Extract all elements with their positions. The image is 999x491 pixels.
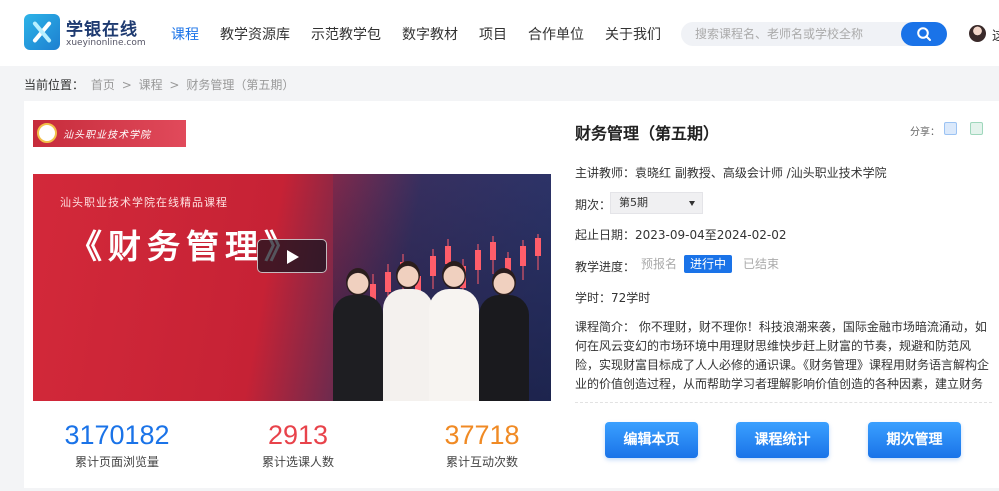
stat-page-views-value: 3170182 [64,420,170,450]
course-term-row: 期次： 第5期 [575,192,703,214]
stat-enrollments-value: 2913 [267,420,329,450]
banner-subtitle: 汕头职业技术学院在线精品课程 [60,196,228,209]
teacher-photo [429,261,479,401]
course-dates: 起止日期：2023-09-04至2024-02-02 [575,228,787,242]
breadcrumb-home[interactable]: 首页 [91,78,115,92]
school-name: 汕头职业技术学院 [63,130,151,140]
breadcrumb-label: 当前位置： [24,78,85,92]
teacher-photo [479,268,529,401]
share-wechat-icon[interactable] [944,122,957,135]
top-header: 学银在线 xueyinonline.com 课程 教学资源库 示范教学包 数字教… [0,0,999,66]
nav-item-resource-library[interactable]: 教学资源库 [220,24,290,44]
main-nav: 课程 教学资源库 示范教学包 数字教材 项目 合作单位 关于我们 [171,24,682,44]
breadcrumb-current: 财务管理（第五期） [186,78,295,92]
search-icon [917,27,931,41]
share-qrcode-icon[interactable] [970,122,983,135]
stat-interactions-label: 累计互动次数 [445,455,518,469]
logo-title: 学银在线 [66,20,138,40]
term-management-button[interactable]: 期次管理 [868,422,961,458]
teacher-photo [383,261,433,401]
stat-enrollments: 2913 累计选课人数 [208,419,388,470]
course-video-cover[interactable]: 汕头职业技术学院在线精品课程 《财务管理》 [33,174,551,401]
progress-step-ended: 已结束 [743,257,780,271]
progress-step-preregister: 预报名 [641,257,678,271]
course-info-panel: 财务管理（第五期） 分享： 主讲教师：袁晓红 副教授、高级会计师 /汕头职业技术… [575,101,999,488]
logo-subtitle: xueyinonline.com [66,38,146,48]
teacher-photo [333,268,383,401]
breadcrumb: 当前位置： 首页 > 课程 > 财务管理（第五期） [24,76,297,93]
nav-item-courses[interactable]: 课程 [171,24,199,44]
course-hours: 学时：72学时 [575,291,651,305]
course-statistics-button[interactable]: 课程统计 [736,422,829,458]
breadcrumb-separator: > [121,78,132,92]
nav-item-projects[interactable]: 项目 [479,24,507,44]
course-intro: 课程简介： 你不理财，财不理你！科技浪潮来袭，国际金融市场暗流涌动，如何在风云变… [575,320,990,391]
stat-enrollments-label: 累计选课人数 [261,455,334,469]
site-logo[interactable]: 学银在线 xueyinonline.com [24,14,164,54]
search-bar [681,22,947,46]
edit-page-button[interactable]: 编辑本页 [605,422,698,458]
course-banner: 汕头职业技术学院 汕头职业技术学院在线精品课程 《财务管理》 [33,120,551,401]
course-progress-label: 教学进度： [575,260,636,274]
user-avatar[interactable] [969,25,986,42]
school-emblem-icon [37,123,57,143]
stat-page-views: 3170182 累计页面浏览量 [27,419,207,470]
breadcrumb-separator: > [169,78,180,92]
nav-item-digital-textbooks[interactable]: 数字教材 [402,24,458,44]
nav-item-partners[interactable]: 合作单位 [528,24,584,44]
play-icon [287,250,299,264]
stat-page-views-label: 累计页面浏览量 [74,455,159,469]
nav-item-about[interactable]: 关于我们 [605,24,661,44]
course-title: 财务管理（第五期） [575,124,720,143]
search-button[interactable] [901,22,947,46]
course-progress-row: 教学进度： 预报名 进行中 已结束 [575,255,835,276]
share-label: 分享： [910,127,940,138]
stat-interactions-value: 37718 [444,420,520,450]
breadcrumb-courses[interactable]: 课程 [139,78,163,92]
logo-mark-icon [24,14,60,50]
user-name-fragment[interactable]: 这 [992,25,999,44]
course-term-label: 期次： [575,198,612,212]
nav-item-demo-packages[interactable]: 示范教学包 [311,24,381,44]
term-select[interactable]: 第5期 [610,192,703,214]
divider [575,402,992,403]
search-input[interactable] [695,22,895,46]
play-video-button[interactable] [257,239,327,273]
school-logo-strip: 汕头职业技术学院 [33,120,186,147]
progress-step-ongoing: 进行中 [684,255,733,273]
stat-interactions: 37718 累计互动次数 [392,419,572,470]
course-teacher: 主讲教师：袁晓红 副教授、高级会计师 /汕头职业技术学院 [575,166,887,180]
course-card: 汕头职业技术学院 汕头职业技术学院在线精品课程 《财务管理》 3170182 累… [24,101,999,488]
